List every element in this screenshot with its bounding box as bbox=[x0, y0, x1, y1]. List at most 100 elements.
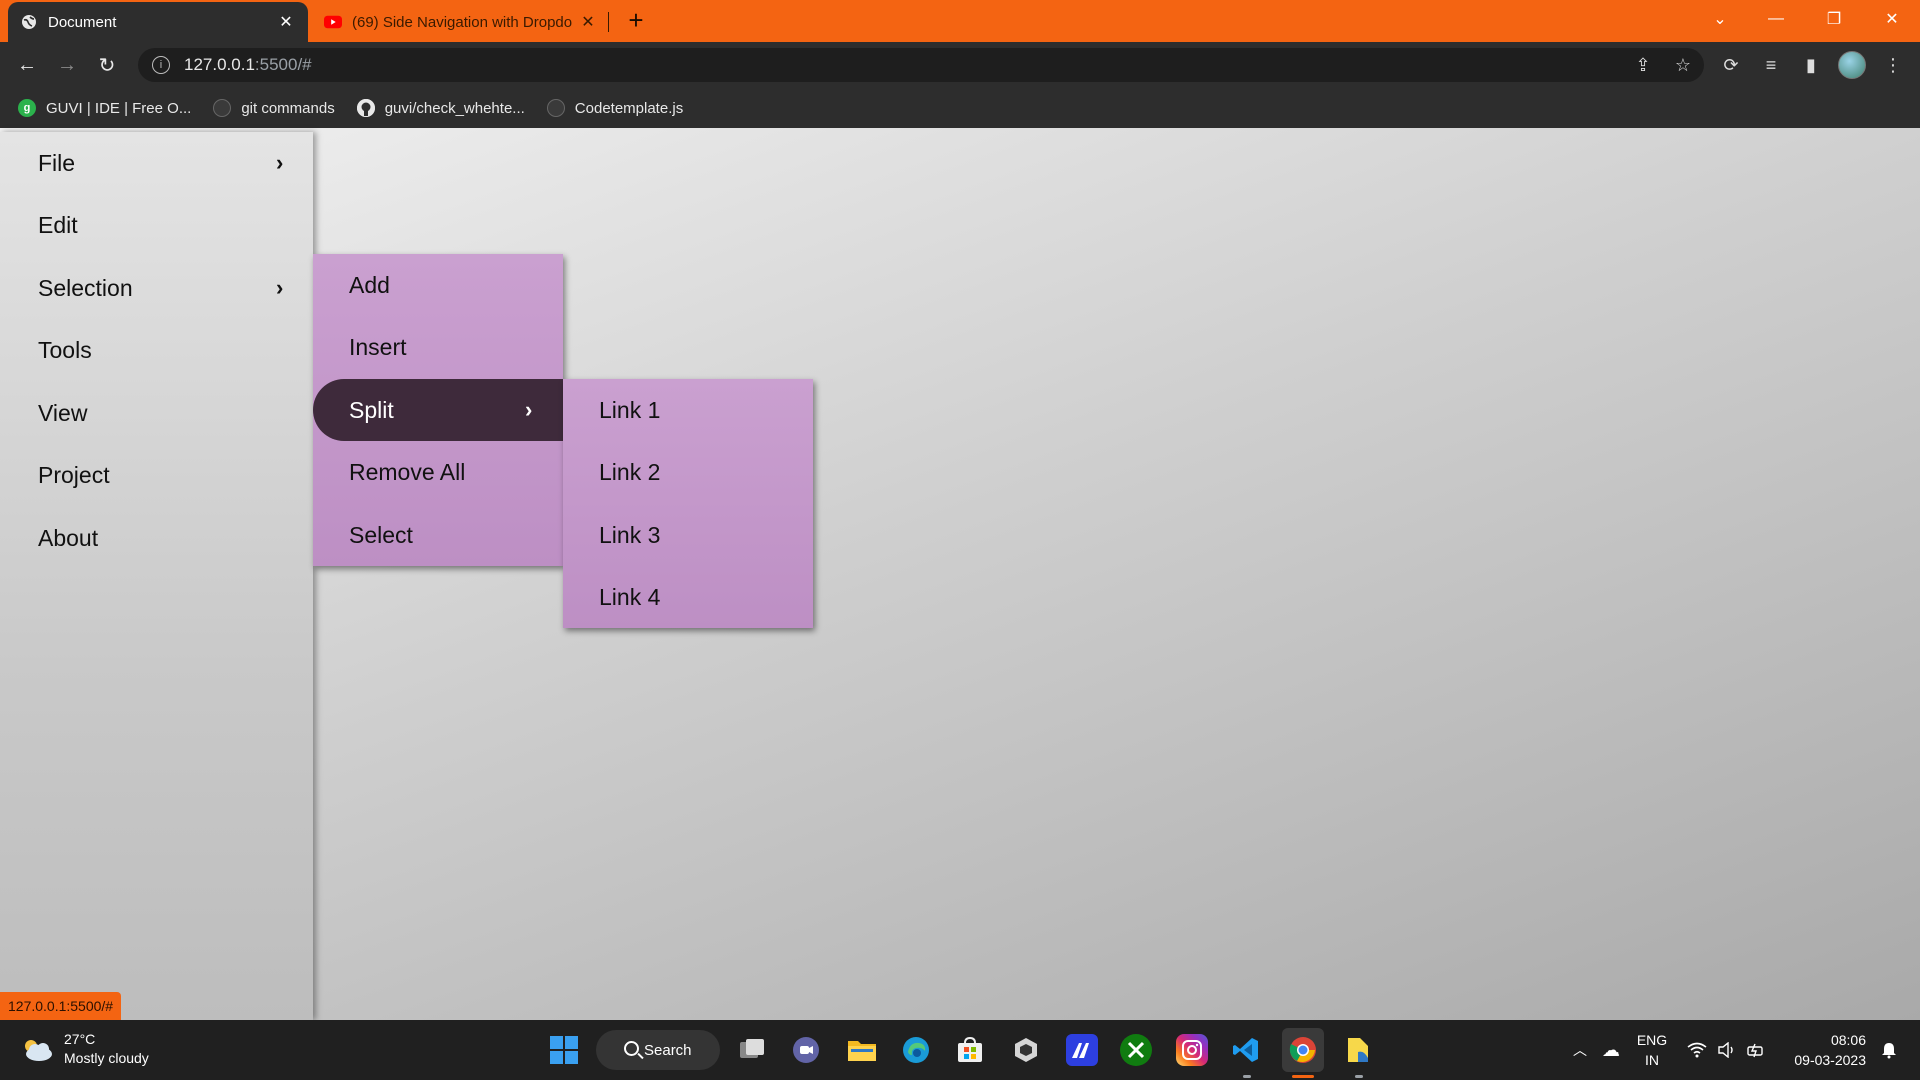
side-navigation: File › Edit Selection › Tools View Proje… bbox=[0, 132, 313, 1020]
language-indicator[interactable]: ENG IN bbox=[1632, 1030, 1672, 1070]
selection-dropdown: Add Insert Split › Remove All Select bbox=[313, 254, 563, 566]
profile-avatar[interactable] bbox=[1838, 51, 1866, 79]
sidebar-item-label: Tools bbox=[38, 336, 92, 363]
windows-start-icon[interactable] bbox=[548, 1034, 580, 1066]
guvi-icon: g bbox=[18, 99, 36, 117]
onedrive-cloud-icon[interactable]: ☁ bbox=[1596, 1020, 1626, 1080]
link-status-bubble: 127.0.0.1:5500/# bbox=[0, 992, 122, 1020]
split-submenu: Link 1 Link 2 Link 3 Link 4 bbox=[563, 379, 813, 628]
tab-title: (69) Side Navigation with Dropdo bbox=[352, 13, 573, 31]
search-icon bbox=[624, 1041, 639, 1056]
browser-toolbar: ← → ↻ i 127.0.0.1:5500/# ⇪ ☆ ⟳ ≡ ▮ ⋮ bbox=[0, 42, 1920, 88]
submenu-item-label: Link 1 bbox=[599, 396, 661, 423]
sidebar-item-project[interactable]: Project bbox=[0, 444, 313, 506]
bookmark-label: Codetemplate.js bbox=[574, 99, 684, 117]
sidebar-item-view[interactable]: View bbox=[0, 382, 313, 444]
address-bar[interactable]: i 127.0.0.1:5500/# bbox=[138, 48, 1704, 82]
unity-hub-icon[interactable] bbox=[1010, 1034, 1042, 1066]
sticky-notes-icon[interactable] bbox=[1342, 1034, 1374, 1066]
dropdown-item-add[interactable]: Add bbox=[313, 254, 563, 316]
submenu-item-label: Link 3 bbox=[599, 521, 661, 548]
sidebar-item-edit[interactable]: Edit bbox=[0, 194, 313, 256]
sidebar-item-tools[interactable]: Tools bbox=[0, 319, 313, 381]
media-control-icon[interactable]: ≡ bbox=[1756, 50, 1786, 80]
dropdown-item-label: Remove All bbox=[349, 458, 466, 485]
sidebar-item-label: Selection bbox=[38, 274, 133, 301]
bookmark-guvi-check[interactable]: guvi/check_whehte... bbox=[356, 99, 525, 117]
github-icon bbox=[546, 99, 565, 117]
notifications-bell-icon[interactable] bbox=[1876, 1020, 1902, 1080]
minimize-button[interactable]: — bbox=[1748, 0, 1804, 38]
system-clock[interactable]: 08:06 09-03-2023 bbox=[1782, 1030, 1866, 1070]
submenu-item-link-1[interactable]: Link 1 bbox=[563, 379, 813, 441]
youtube-icon bbox=[324, 13, 342, 31]
tab-search-chevron-icon[interactable]: ⌄ bbox=[1692, 0, 1748, 38]
instagram-icon[interactable] bbox=[1176, 1034, 1208, 1066]
clock-time: 08:06 bbox=[1830, 1032, 1866, 1048]
share-icon[interactable]: ⇪ bbox=[1628, 50, 1658, 80]
bookmark-star-icon[interactable]: ☆ bbox=[1668, 50, 1698, 80]
dropdown-item-split[interactable]: Split › bbox=[313, 379, 563, 441]
sidebar-item-file[interactable]: File › bbox=[0, 132, 313, 194]
url-path: :5500/# bbox=[254, 55, 312, 74]
edge-browser-icon[interactable] bbox=[900, 1034, 932, 1066]
back-arrow-icon[interactable]: ← bbox=[12, 50, 42, 80]
extension-icon[interactable]: ⟳ bbox=[1716, 50, 1746, 80]
info-icon[interactable]: i bbox=[152, 56, 170, 74]
new-tab-button[interactable]: + bbox=[622, 6, 650, 34]
notes-running-indicator bbox=[1355, 1075, 1363, 1078]
show-hidden-icons-chevron-icon[interactable]: ︿ bbox=[1566, 1020, 1594, 1080]
restore-button[interactable]: ❐ bbox=[1806, 0, 1862, 38]
sidebar-item-label: Edit bbox=[38, 211, 78, 238]
bookmark-git-commands[interactable]: git commands bbox=[213, 99, 335, 117]
sidebar-item-label: View bbox=[38, 399, 88, 426]
bookmark-guvi[interactable]: g GUVI | IDE | Free O... bbox=[18, 99, 191, 117]
forward-arrow-icon[interactable]: → bbox=[52, 50, 82, 80]
vscode-icon[interactable] bbox=[1230, 1034, 1262, 1066]
search-label: Search bbox=[644, 1041, 692, 1059]
close-tab-icon[interactable]: ✕ bbox=[276, 12, 296, 32]
submenu-item-link-4[interactable]: Link 4 bbox=[563, 566, 813, 628]
submenu-item-label: Link 2 bbox=[599, 458, 661, 485]
vpn-app-icon[interactable] bbox=[1066, 1034, 1098, 1066]
reload-icon[interactable]: ↻ bbox=[92, 50, 122, 80]
battery-charging-icon[interactable] bbox=[1744, 1020, 1770, 1080]
more-menu-icon[interactable]: ⋮ bbox=[1878, 50, 1908, 80]
bookmark-codetemplate[interactable]: Codetemplate.js bbox=[546, 99, 684, 117]
tab-title: Document bbox=[48, 13, 117, 31]
microsoft-store-icon[interactable] bbox=[954, 1034, 986, 1066]
xbox-icon[interactable] bbox=[1120, 1034, 1152, 1066]
chevron-right-icon: › bbox=[276, 275, 284, 300]
taskbar-search-button[interactable]: Search bbox=[596, 1030, 720, 1070]
wifi-icon[interactable] bbox=[1684, 1020, 1710, 1080]
bookmark-label: guvi/check_whehte... bbox=[384, 99, 525, 117]
file-explorer-icon[interactable] bbox=[846, 1034, 878, 1066]
submenu-item-link-3[interactable]: Link 3 bbox=[563, 504, 813, 566]
weather-widget[interactable]: 27°C Mostly cloudy bbox=[20, 1030, 149, 1068]
page-viewport: File › Edit Selection › Tools View Proje… bbox=[0, 128, 1920, 1020]
volume-icon[interactable] bbox=[1714, 1020, 1740, 1080]
dropdown-item-remove-all[interactable]: Remove All bbox=[313, 441, 563, 503]
submenu-item-label: Link 4 bbox=[599, 583, 661, 610]
region-code: IN bbox=[1645, 1052, 1659, 1068]
tab-document[interactable]: Document ✕ bbox=[8, 2, 308, 42]
sidebar-item-about[interactable]: About bbox=[0, 507, 313, 569]
close-window-button[interactable]: ✕ bbox=[1864, 0, 1920, 38]
weather-description: Mostly cloudy bbox=[64, 1050, 149, 1066]
github-icon bbox=[356, 99, 375, 117]
submenu-item-link-2[interactable]: Link 2 bbox=[563, 441, 813, 503]
teams-chat-icon[interactable] bbox=[790, 1034, 822, 1066]
chevron-right-icon: › bbox=[525, 397, 533, 422]
tab-youtube[interactable]: (69) Side Navigation with Dropdo ✕ bbox=[312, 2, 610, 42]
close-tab-icon[interactable]: ✕ bbox=[578, 12, 598, 32]
chrome-icon[interactable] bbox=[1282, 1028, 1324, 1072]
dropdown-item-select[interactable]: Select bbox=[313, 504, 563, 566]
sidebar-item-selection[interactable]: Selection › bbox=[0, 257, 313, 319]
dropdown-item-insert[interactable]: Insert bbox=[313, 316, 563, 378]
language-code: ENG bbox=[1636, 1032, 1668, 1048]
dropdown-item-label: Insert bbox=[349, 333, 407, 360]
side-panel-icon[interactable]: ▮ bbox=[1796, 50, 1826, 80]
task-view-icon[interactable] bbox=[736, 1034, 768, 1066]
bookmark-label: GUVI | IDE | Free O... bbox=[46, 99, 192, 117]
windows-taskbar: 27°C Mostly cloudy Search ︿ ☁ ENG IN 08:… bbox=[0, 1020, 1920, 1080]
